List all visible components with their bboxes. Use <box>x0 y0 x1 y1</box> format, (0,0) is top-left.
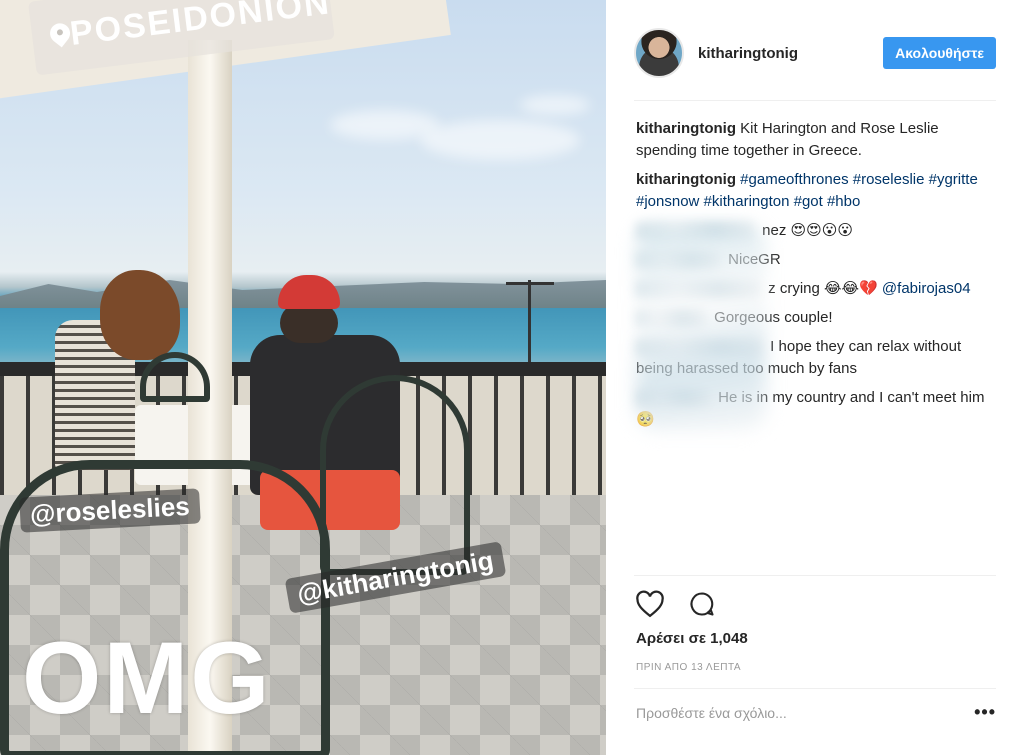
post-header: kitharingtonig Ακολουθήστε <box>634 24 996 82</box>
cloud <box>520 95 590 115</box>
divider <box>634 575 996 576</box>
like-count[interactable]: Αρέσει σε 1,048 <box>636 630 748 647</box>
post-side-panel: kitharingtonig Ακολουθήστε kitharingtoni… <box>606 0 1024 755</box>
street-lamp <box>506 280 554 365</box>
more-options-icon[interactable]: ••• <box>974 702 996 723</box>
post-timestamp[interactable]: ΠΡΙΝ ΑΠΟ 13 ΛΕΠΤΑ <box>636 662 741 673</box>
comment-text: z crying 😂😂💔 <box>768 280 878 297</box>
comment-input[interactable] <box>636 704 956 721</box>
header-username[interactable]: kitharingtonig <box>698 45 798 62</box>
red-cap <box>278 275 340 309</box>
follow-button[interactable]: Ακολουθήστε <box>883 37 996 69</box>
person-woman <box>55 270 180 470</box>
comment-bubble-icon[interactable] <box>686 588 718 620</box>
caption: kitharingtonig Kit Harington and Rose Le… <box>636 118 998 162</box>
curly-hair <box>100 270 180 360</box>
cloud <box>420 120 580 160</box>
divider <box>634 688 996 689</box>
wrought-iron-chair <box>320 375 470 575</box>
post-photo[interactable]: POSEIDONION @roseleslies @kitharingtonig… <box>0 0 606 755</box>
divider <box>634 100 996 101</box>
comment-mention[interactable]: @fabirojas04 <box>882 280 971 297</box>
comment-username[interactable]: kitharingtonig <box>636 171 736 188</box>
comment-text: nez 😍😍😮😮 <box>762 222 854 239</box>
location-pin-icon <box>47 24 56 49</box>
hashtags-comment: kitharingtonig #gameofthrones #roselesli… <box>636 169 998 213</box>
add-comment-bar: ••• <box>636 702 996 723</box>
head <box>280 303 338 343</box>
caption-username[interactable]: kitharingtonig <box>636 120 736 137</box>
omg-overlay-text: OMG <box>22 621 272 735</box>
action-bar <box>634 588 718 620</box>
heart-icon[interactable] <box>634 588 666 620</box>
blurred-usernames-overlay <box>636 225 766 430</box>
avatar[interactable] <box>634 28 684 78</box>
